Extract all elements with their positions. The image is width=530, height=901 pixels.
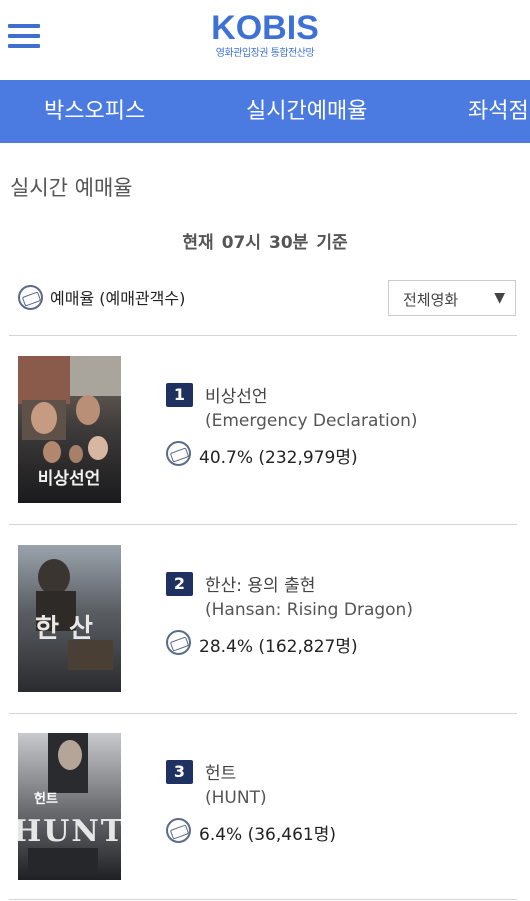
reservation-rate: 28.4% (162,827명) [199,637,358,657]
movie-filter-select[interactable]: 전체영화 ▼ [388,280,516,316]
movie-item[interactable]: 헌트 HUNT 3 헌트 (HUNT) 6.4% (36,461명) [0,713,530,901]
ticket-icon [166,630,191,655]
tab-realtime-reservation[interactable]: 실시간예매율 [246,80,367,143]
movie-title-ko[interactable]: 비상선언 [205,382,268,407]
top-bar: KOBIS 영화관입장권 통합전산망 [0,0,530,80]
as-of-minute: 30분 [269,233,309,253]
poster-title-ko-text: 헌트 [34,791,58,807]
page-title: 실시간 예매율 [10,176,133,200]
poster-title-text: 비상선언 [38,469,101,489]
ticket-icon [166,818,191,843]
rank-badge: 2 [166,572,193,596]
movie-title-en: (Hansan: Rising Dragon) [205,600,413,620]
movie-title-ko[interactable]: 헌트 [205,759,236,784]
movie-poster[interactable]: 헌트 HUNT [18,733,121,880]
legend-label: 예매율 (예매관객수) [50,289,186,308]
as-of-hour: 07시 [221,233,261,253]
divider [9,899,517,900]
as-of-time: 현재 07시 30분 기준 [0,228,530,253]
tab-box-office[interactable]: 박스오피스 [44,80,145,143]
rank-badge: 3 [166,760,193,784]
poster-title-text: 한산 [35,614,103,644]
reservation-rate: 40.7% (232,979명) [199,448,358,468]
movie-title-ko[interactable]: 한산: 용의 출현 [205,571,315,596]
kobis-logo[interactable]: KOBIS 영화관입장권 통합전산망 [200,8,330,60]
ticket-icon [166,441,191,466]
hamburger-menu-icon[interactable] [8,20,42,50]
movie-title-en: (HUNT) [205,788,267,808]
tab-seat-share[interactable]: 좌석점 [468,80,529,143]
chevron-down-icon: ▼ [494,290,505,306]
movie-title-en: (Emergency Declaration) [205,411,418,431]
rank-badge: 1 [166,383,193,407]
main-tab-bar: 박스오피스 실시간예매율 좌석점 [0,80,530,143]
legend: 예매율 (예매관객수) [18,284,185,310]
logo-subtitle: 영화관입장권 통합전산망 [215,48,315,59]
movie-poster[interactable]: 한산 [18,545,121,692]
movie-item[interactable]: 비상선언 1 비상선언 (Emergency Declaration) 40.7… [0,336,530,524]
logo-text: KOBIS [211,9,319,47]
reservation-rate: 6.4% (36,461명) [199,825,336,845]
filter-selected-value: 전체영화 [403,291,459,309]
as-of-label: 현재 [182,233,214,253]
as-of-suffix: 기준 [316,233,348,253]
ticket-icon [18,284,43,310]
movie-poster[interactable]: 비상선언 [18,356,121,503]
poster-title-text: HUNT [18,814,121,849]
movie-item[interactable]: 한산 2 한산: 용의 출현 (Hansan: Rising Dragon) 2… [0,525,530,713]
